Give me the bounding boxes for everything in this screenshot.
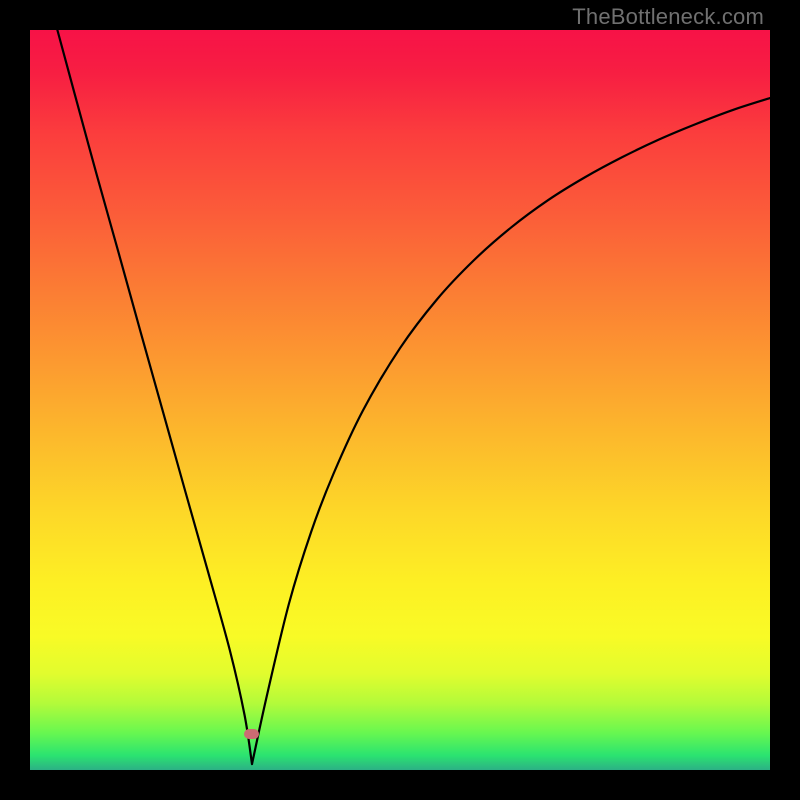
watermark-text: TheBottleneck.com [572,4,764,30]
bottleneck-curve [30,30,770,770]
minimum-marker [244,729,259,739]
plot-area [30,30,770,770]
chart-outer-frame: TheBottleneck.com [0,0,800,800]
